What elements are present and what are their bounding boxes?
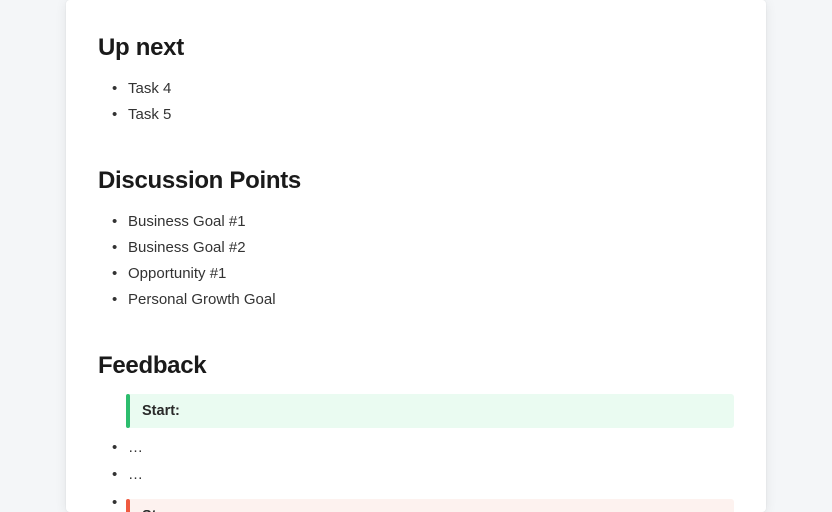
- section-discussion: Discussion Points Business Goal #1 Busin…: [98, 167, 734, 314]
- list-item: Business Goal #2: [112, 235, 734, 261]
- list-item: …: [112, 461, 734, 489]
- list-item: Personal Growth Goal: [112, 287, 734, 313]
- heading-up-next: Up next: [98, 34, 734, 62]
- section-feedback: Feedback Start: … … Stop:: [98, 352, 734, 512]
- document-page: Up next Task 4 Task 5 Discussion Points …: [66, 0, 766, 512]
- list-item: Opportunity #1: [112, 261, 734, 287]
- up-next-list: Task 4 Task 5: [98, 76, 734, 129]
- list-item: Task 4: [112, 76, 734, 102]
- heading-discussion: Discussion Points: [98, 167, 734, 195]
- list-item: Task 5: [112, 102, 734, 128]
- discussion-list: Business Goal #1 Business Goal #2 Opport…: [98, 209, 734, 314]
- callout-stop: Stop:: [126, 499, 734, 512]
- heading-feedback: Feedback: [98, 352, 734, 380]
- callout-start-label: Start:: [142, 403, 180, 419]
- callout-start: Start:: [126, 394, 734, 428]
- section-up-next: Up next Task 4 Task 5: [98, 34, 734, 129]
- list-item: …: [112, 434, 734, 462]
- callout-stop-label: Stop:: [142, 508, 179, 512]
- list-item: Business Goal #1: [112, 209, 734, 235]
- feedback-start-list: … …: [98, 434, 734, 490]
